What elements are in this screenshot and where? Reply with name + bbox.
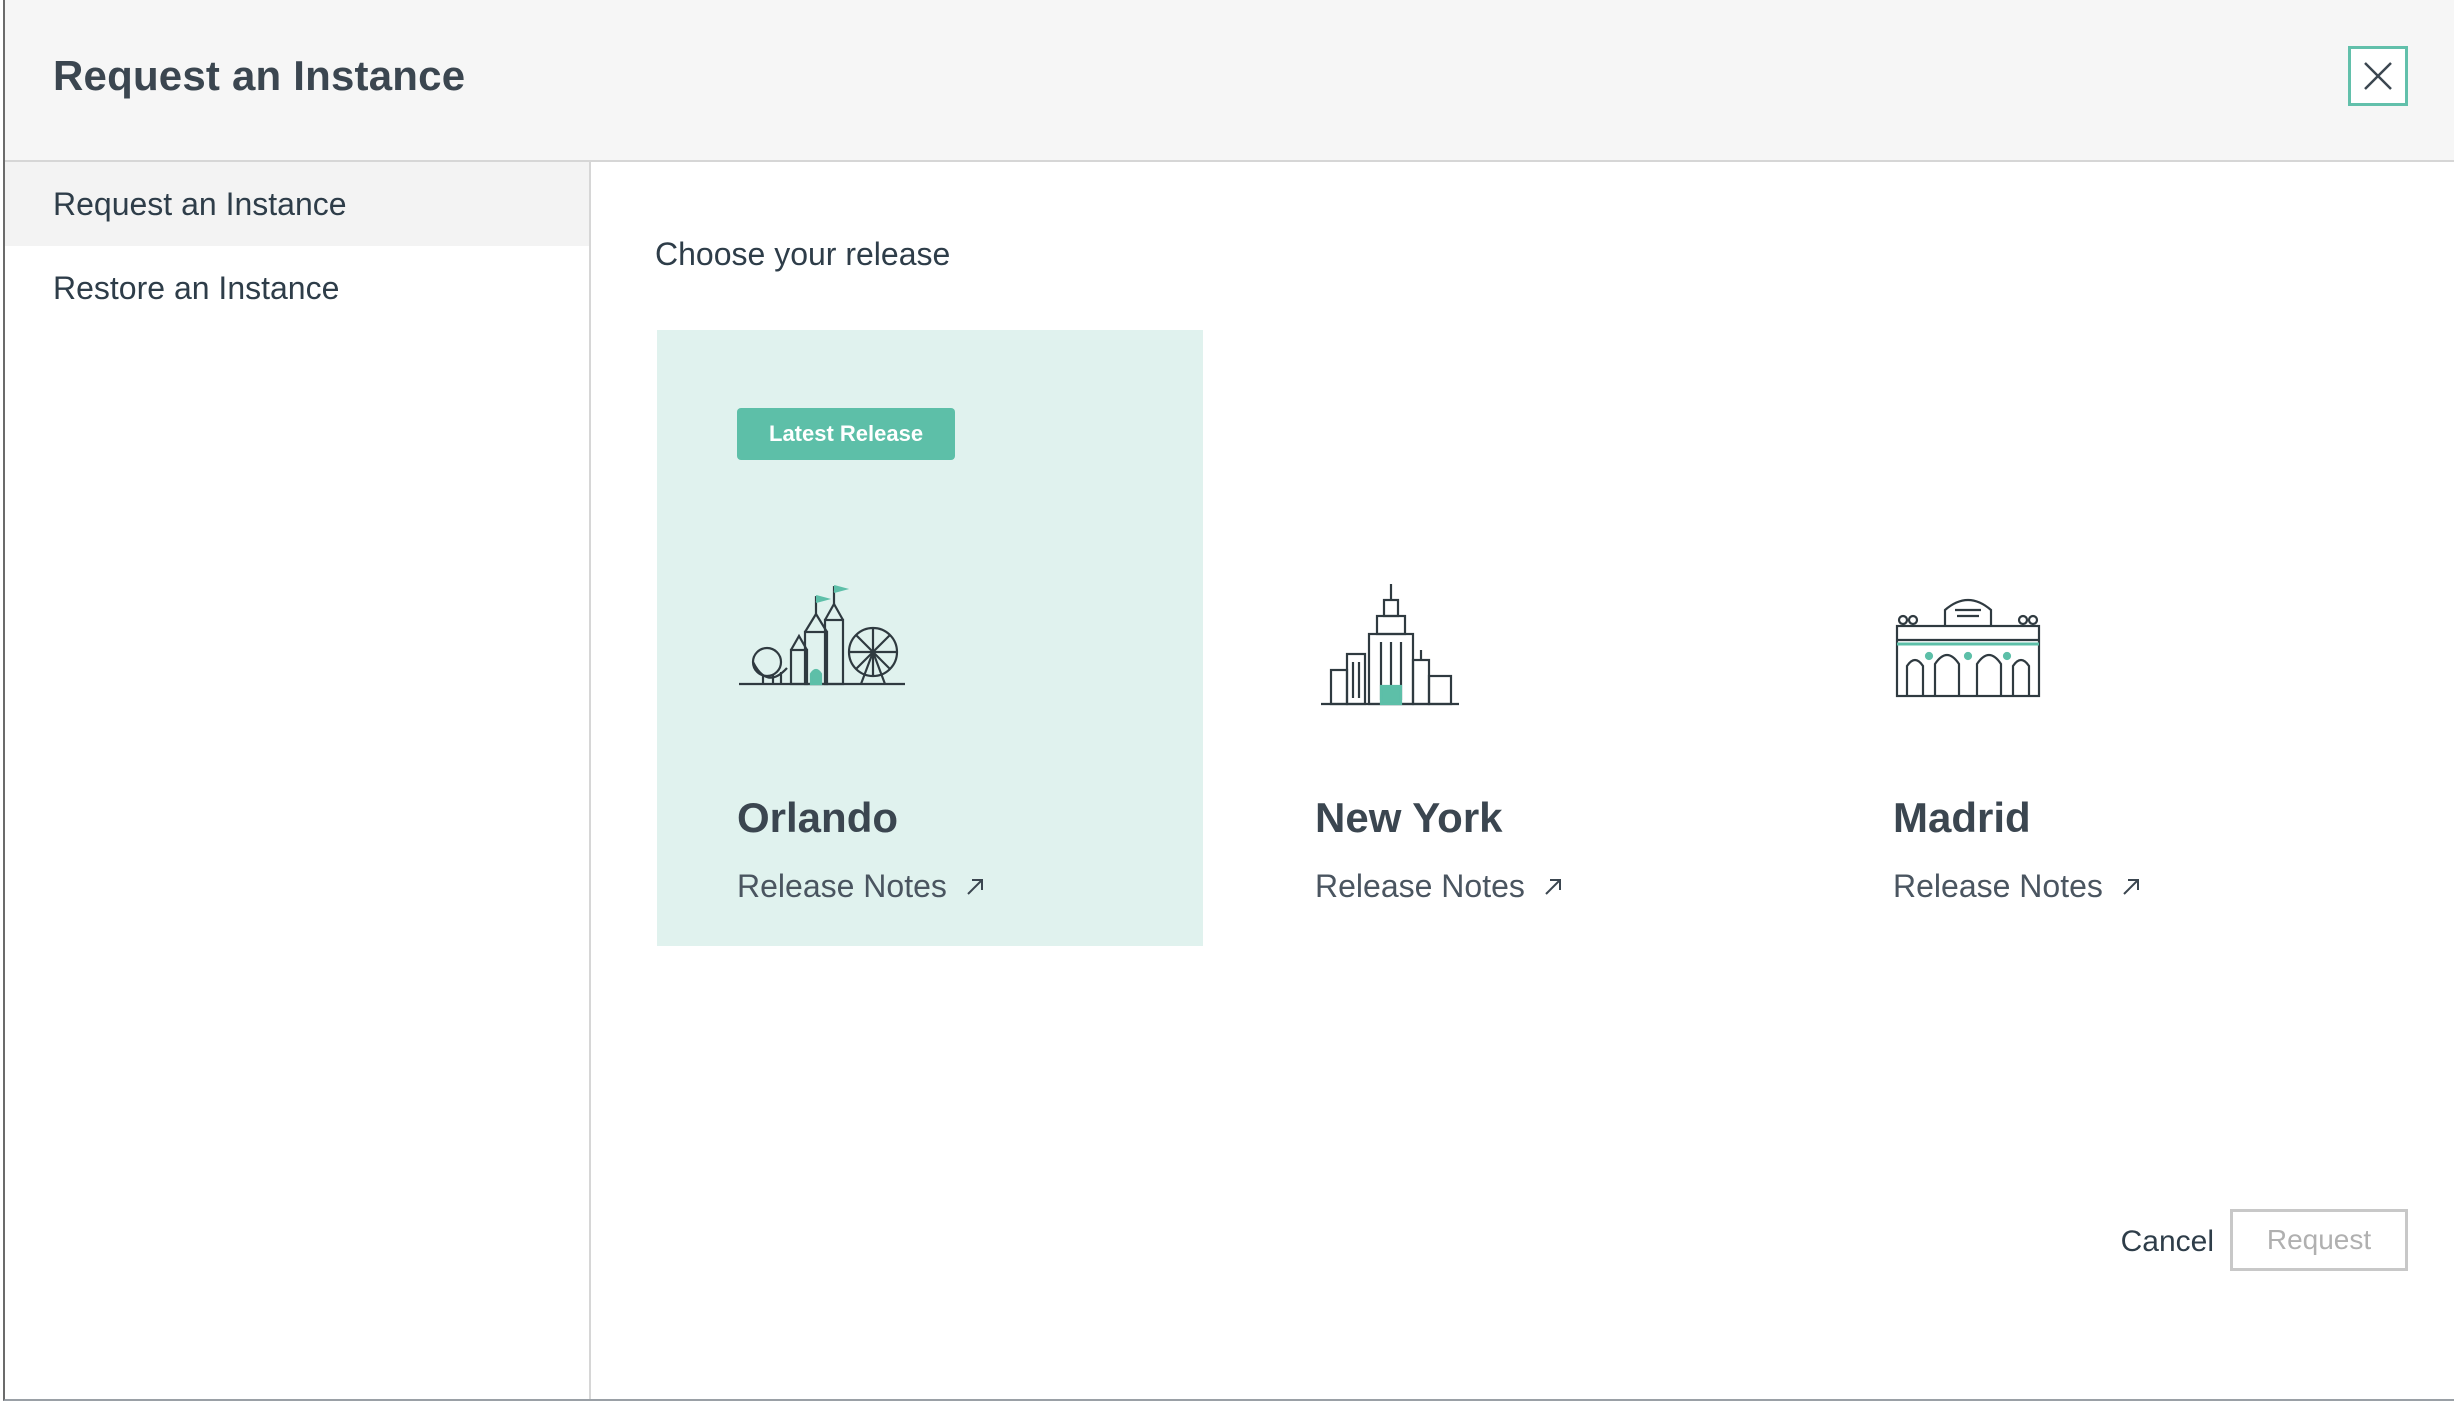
release-card-new-york[interactable]: New York Release Notes bbox=[1235, 330, 1781, 946]
sidebar-item-label: Request an Instance bbox=[53, 186, 347, 222]
external-link-icon bbox=[2123, 878, 2139, 895]
close-icon bbox=[2364, 62, 2392, 90]
release-name: Madrid bbox=[1893, 794, 2031, 841]
orlando-castle-icon bbox=[737, 580, 907, 695]
sidebar-item-restore-instance[interactable]: Restore an Instance bbox=[5, 246, 589, 330]
section-heading: Choose your release bbox=[655, 236, 951, 272]
main-content: Choose your release Latest Release Orlan… bbox=[591, 162, 2454, 1399]
request-instance-dialog: Request an Instance Request an Instance … bbox=[3, 0, 2454, 1401]
release-notes-label: Release Notes bbox=[1315, 868, 1525, 904]
release-name: Orlando bbox=[737, 794, 899, 841]
madrid-gate-icon bbox=[1893, 580, 2043, 705]
sidebar-item-request-instance[interactable]: Request an Instance bbox=[5, 162, 589, 246]
close-button[interactable] bbox=[2348, 46, 2408, 106]
release-notes-label: Release Notes bbox=[737, 868, 947, 904]
dialog-title: Request an Instance bbox=[53, 52, 466, 99]
sidebar: Request an Instance Restore an Instance bbox=[5, 162, 591, 1399]
new-york-skyline-icon bbox=[1315, 580, 1465, 715]
release-notes-link[interactable]: Release Notes bbox=[1893, 868, 2141, 905]
latest-release-badge: Latest Release bbox=[737, 408, 956, 460]
release-notes-link[interactable]: Release Notes bbox=[1315, 868, 1563, 905]
external-link-icon bbox=[967, 878, 983, 895]
release-card-madrid[interactable]: Madrid Release Notes bbox=[1813, 330, 2359, 946]
dialog-header: Request an Instance bbox=[5, 0, 2454, 162]
release-notes-link[interactable]: Release Notes bbox=[737, 868, 985, 905]
external-link-icon bbox=[1545, 878, 1561, 895]
cancel-button[interactable]: Cancel bbox=[2121, 1225, 2214, 1259]
release-notes-label: Release Notes bbox=[1893, 868, 2103, 904]
request-button[interactable]: Request bbox=[2230, 1209, 2408, 1271]
release-card-orlando[interactable]: Latest Release Orlando Release Notes bbox=[657, 330, 1203, 946]
sidebar-item-label: Restore an Instance bbox=[53, 270, 340, 306]
release-name: New York bbox=[1315, 794, 1503, 841]
